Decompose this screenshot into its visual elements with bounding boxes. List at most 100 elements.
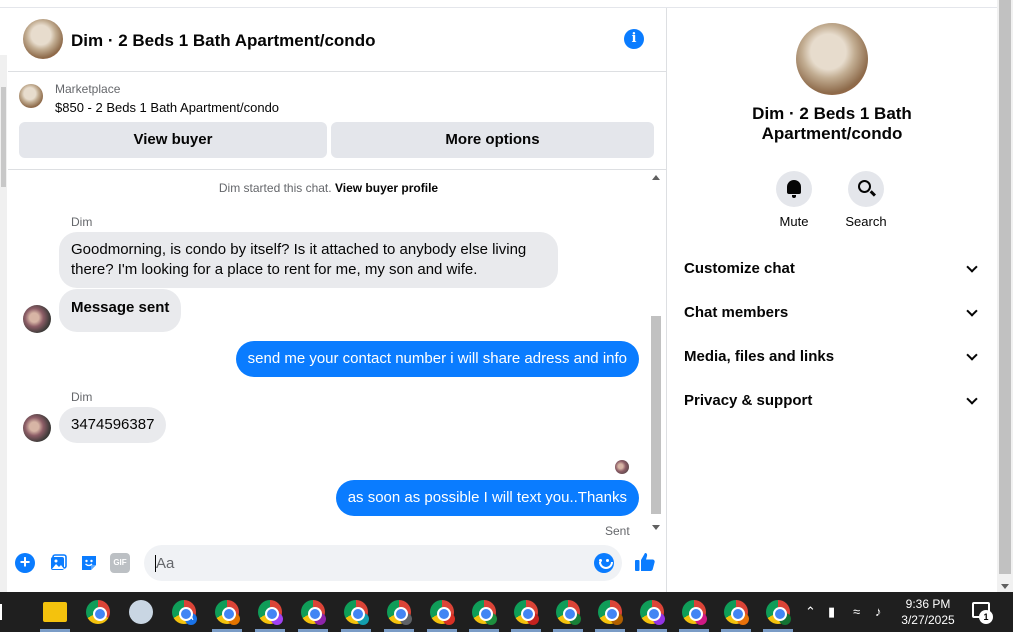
listing-thumbnail[interactable] bbox=[19, 84, 43, 108]
chrome-profile-icon[interactable] bbox=[556, 600, 581, 625]
profile-badge: A bbox=[185, 613, 197, 625]
scroll-up-arrow-icon[interactable] bbox=[652, 175, 660, 180]
profile-badge-icon bbox=[527, 613, 539, 625]
marketplace-label: Marketplace bbox=[55, 82, 121, 96]
outgoing-message[interactable]: send me your contact number i will share… bbox=[235, 341, 639, 377]
profile-badge-icon bbox=[271, 613, 283, 625]
section-label: Privacy & support bbox=[684, 392, 813, 409]
info-icon[interactable]: i bbox=[624, 29, 644, 49]
chrome-profile-icon[interactable] bbox=[215, 600, 240, 625]
task-view-icon[interactable] bbox=[0, 604, 14, 620]
search-icon bbox=[858, 180, 871, 193]
profile-badge-icon bbox=[228, 613, 240, 625]
incoming-message[interactable]: 3474596387 bbox=[59, 407, 167, 443]
battery-icon[interactable]: ▮ bbox=[828, 604, 835, 620]
mute-circle[interactable] bbox=[776, 171, 812, 207]
chrome-profile-icon[interactable] bbox=[724, 600, 749, 625]
chrome-profile-icon[interactable]: A bbox=[172, 600, 197, 625]
chrome-profile-icon[interactable] bbox=[472, 600, 497, 625]
scroll-down-arrow-icon[interactable] bbox=[1001, 584, 1009, 589]
mute-button[interactable]: Mute bbox=[759, 171, 829, 229]
profile-badge-icon bbox=[737, 613, 749, 625]
notification-badge: 1 bbox=[979, 610, 993, 624]
profile-badge-icon bbox=[400, 613, 412, 625]
section-privacy-support[interactable]: Privacy & support bbox=[676, 381, 988, 421]
profile-badge-icon bbox=[611, 613, 623, 625]
section-media-files-links[interactable]: Media, files and links bbox=[676, 337, 988, 377]
gif-icon[interactable]: GIF bbox=[110, 553, 130, 573]
messages-scrollbar-thumb[interactable] bbox=[651, 316, 661, 514]
message-input-box[interactable] bbox=[144, 545, 622, 581]
profile-badge-icon bbox=[653, 613, 665, 625]
chevron-down-icon bbox=[966, 349, 978, 361]
bell-icon bbox=[787, 180, 801, 198]
profile-badge-icon bbox=[485, 613, 497, 625]
like-icon[interactable] bbox=[634, 551, 656, 573]
more-options-button[interactable]: More options bbox=[331, 122, 654, 158]
view-buyer-button[interactable]: View buyer bbox=[19, 122, 327, 158]
listing-avatar[interactable] bbox=[23, 19, 63, 59]
chat-title[interactable]: Dim · 2 Beds 1 Bath Apartment/condo bbox=[71, 31, 375, 51]
chevron-up-icon[interactable]: ⌃ bbox=[805, 604, 816, 620]
sender-avatar[interactable] bbox=[23, 414, 51, 442]
chrome-profile-icon[interactable] bbox=[344, 600, 369, 625]
search-button[interactable]: Search bbox=[831, 171, 901, 229]
page-scrollbar[interactable] bbox=[997, 0, 1013, 592]
scroll-down-arrow-icon[interactable] bbox=[652, 525, 660, 530]
page-scrollbar-thumb[interactable] bbox=[999, 0, 1011, 574]
volume-icon[interactable]: ♪ bbox=[875, 604, 882, 619]
left-scrollbar[interactable] bbox=[0, 55, 7, 592]
outgoing-message[interactable]: as soon as possible I will text you..Tha… bbox=[335, 480, 639, 516]
panel-title: Dim · 2 Beds 1 Bath Apartment/condo bbox=[752, 104, 912, 143]
emoji-icon[interactable] bbox=[594, 553, 614, 573]
chevron-down-icon bbox=[966, 393, 978, 405]
message-list: Dim started this chat. View buyer profil… bbox=[8, 170, 666, 536]
sender-avatar[interactable] bbox=[23, 305, 51, 333]
chat-header: Dim · 2 Beds 1 Bath Apartment/condo i bbox=[8, 8, 666, 72]
search-circle[interactable] bbox=[848, 171, 884, 207]
section-label: Customize chat bbox=[684, 260, 795, 277]
chrome-icon[interactable] bbox=[86, 600, 110, 624]
chrome-profile-icon[interactable] bbox=[258, 600, 283, 625]
clock-date: 3/27/2025 bbox=[901, 613, 955, 627]
marketplace-card: Marketplace $850 - 2 Beds 1 Bath Apartme… bbox=[8, 72, 666, 170]
sender-name: Dim bbox=[71, 215, 93, 229]
windows-taskbar: A ⌃ ▮ ≈ ♪ 9:36 PM 3/27/2025 1 bbox=[0, 592, 1013, 632]
message-input[interactable] bbox=[156, 545, 576, 581]
profile-badge-icon bbox=[779, 613, 791, 625]
listing-avatar-large[interactable] bbox=[796, 23, 868, 95]
section-label: Chat members bbox=[684, 304, 789, 321]
chrome-profile-icon[interactable] bbox=[598, 600, 623, 625]
profile-badge-icon bbox=[314, 613, 326, 625]
sticker-icon[interactable] bbox=[79, 553, 99, 573]
seen-avatar bbox=[615, 460, 629, 474]
section-chat-members[interactable]: Chat members bbox=[676, 293, 988, 333]
conversation-info-panel: Dim · 2 Beds 1 Bath Apartment/condo Mute… bbox=[668, 8, 997, 592]
composer: + GIF bbox=[8, 536, 666, 592]
message-status: Sent bbox=[605, 524, 630, 536]
clock[interactable]: 9:36 PM 3/27/2025 bbox=[893, 596, 963, 628]
attach-photo-icon[interactable] bbox=[48, 553, 68, 573]
paint-icon[interactable] bbox=[129, 600, 153, 624]
section-label: Media, files and links bbox=[684, 348, 835, 365]
chrome-profile-icon[interactable] bbox=[766, 600, 791, 625]
chevron-down-icon bbox=[966, 305, 978, 317]
chrome-profile-icon[interactable] bbox=[387, 600, 412, 625]
messages-scrollbar[interactable] bbox=[649, 170, 663, 532]
message-sent-bubble[interactable]: Message sent bbox=[59, 289, 182, 332]
wifi-icon[interactable]: ≈ bbox=[853, 604, 860, 619]
incoming-message[interactable]: Goodmorning, is condo by itself? Is it a… bbox=[59, 232, 558, 288]
top-border bbox=[0, 0, 997, 8]
chrome-profile-icon[interactable] bbox=[640, 600, 665, 625]
left-scrollbar-thumb[interactable] bbox=[1, 87, 6, 187]
chrome-profile-icon[interactable] bbox=[301, 600, 326, 625]
chrome-profile-icon[interactable] bbox=[430, 600, 455, 625]
chrome-profile-icon[interactable] bbox=[514, 600, 539, 625]
profile-badge-icon bbox=[569, 613, 581, 625]
chrome-profile-icon[interactable] bbox=[682, 600, 707, 625]
file-explorer-icon[interactable] bbox=[43, 602, 67, 622]
plus-icon[interactable]: + bbox=[15, 553, 35, 573]
listing-title[interactable]: $850 - 2 Beds 1 Bath Apartment/condo bbox=[55, 100, 279, 115]
view-buyer-profile-link[interactable]: View buyer profile bbox=[335, 181, 438, 195]
section-customize-chat[interactable]: Customize chat bbox=[676, 249, 988, 289]
